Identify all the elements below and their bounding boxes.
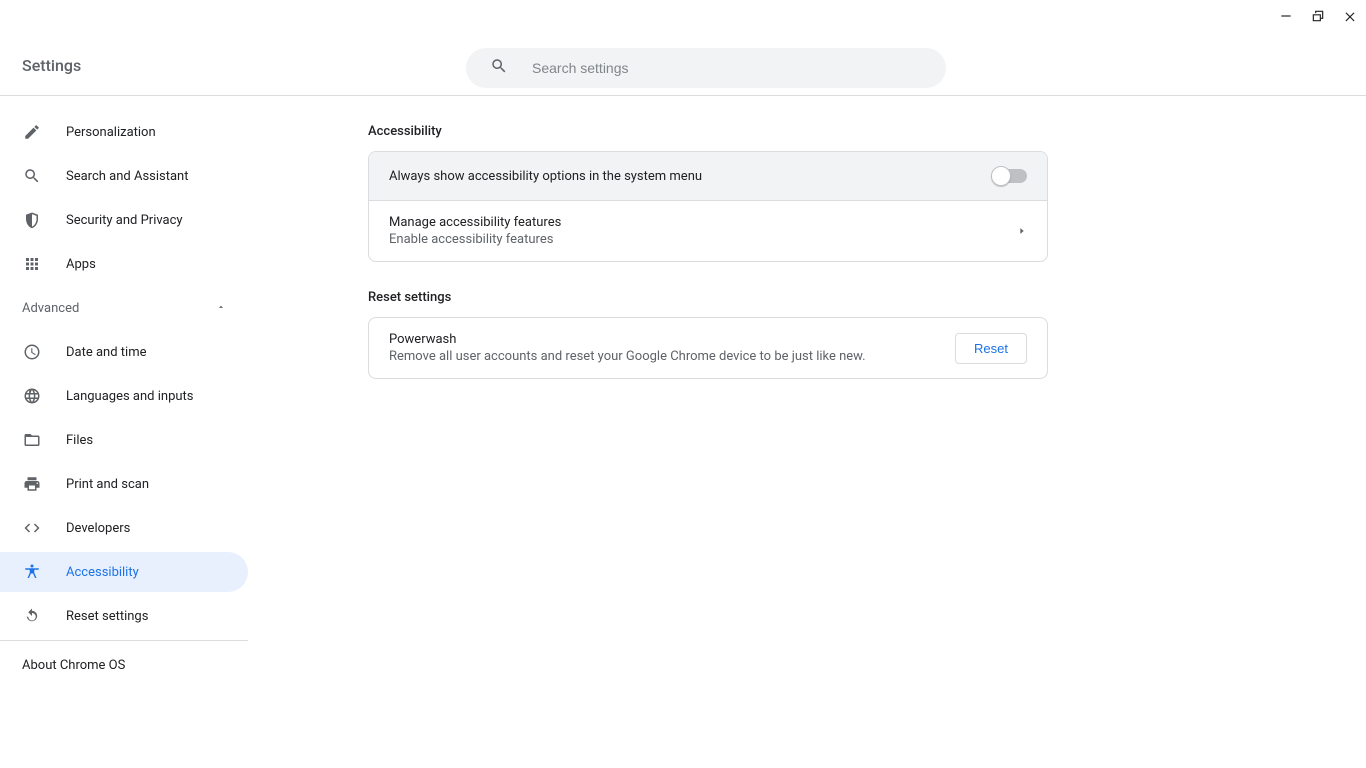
accessibility-toggle[interactable] bbox=[993, 169, 1027, 183]
sidebar-item-label: Accessibility bbox=[66, 565, 139, 580]
section-title-reset: Reset settings bbox=[368, 290, 1048, 305]
accessibility-icon bbox=[22, 562, 42, 582]
globe-icon bbox=[22, 386, 42, 406]
sidebar-item-label: Apps bbox=[66, 257, 96, 272]
row-manage-accessibility[interactable]: Manage accessibility features Enable acc… bbox=[369, 200, 1047, 261]
row-powerwash: Powerwash Remove all user accounts and r… bbox=[369, 318, 1047, 378]
sidebar-item-label: Security and Privacy bbox=[66, 213, 183, 228]
sidebar-section-advanced[interactable]: Advanced bbox=[0, 288, 248, 328]
sidebar-item-files[interactable]: Files bbox=[0, 420, 248, 460]
search-field[interactable] bbox=[466, 48, 946, 88]
sidebar-item-label: Personalization bbox=[66, 125, 156, 140]
sidebar-item-about[interactable]: About Chrome OS bbox=[0, 645, 248, 685]
reset-card: Powerwash Remove all user accounts and r… bbox=[368, 317, 1048, 379]
accessibility-card: Always show accessibility options in the… bbox=[368, 151, 1048, 262]
sidebar-item-label: Languages and inputs bbox=[66, 389, 194, 404]
main-content: Accessibility Always show accessibility … bbox=[248, 96, 1366, 768]
reset-icon bbox=[22, 606, 42, 626]
chevron-right-icon bbox=[1017, 226, 1027, 236]
sidebar-item-label: Files bbox=[66, 433, 93, 448]
sidebar-item-label: Date and time bbox=[66, 345, 147, 360]
sidebar-item-reset-settings[interactable]: Reset settings bbox=[0, 596, 248, 636]
code-icon bbox=[22, 518, 42, 538]
section-reset: Reset settings Powerwash Remove all user… bbox=[368, 290, 1048, 379]
folder-icon bbox=[22, 430, 42, 450]
sidebar-item-label: About Chrome OS bbox=[22, 658, 125, 673]
sidebar-divider bbox=[0, 640, 248, 641]
row-subtitle: Enable accessibility features bbox=[389, 232, 561, 247]
sidebar-item-security-privacy[interactable]: Security and Privacy bbox=[0, 200, 248, 240]
sidebar: Personalization Search and Assistant Sec… bbox=[0, 96, 248, 768]
shield-icon bbox=[22, 210, 42, 230]
sidebar-item-languages-inputs[interactable]: Languages and inputs bbox=[0, 376, 248, 416]
sidebar-item-personalization[interactable]: Personalization bbox=[0, 112, 248, 152]
reset-button[interactable]: Reset bbox=[955, 333, 1027, 364]
clock-icon bbox=[22, 342, 42, 362]
sidebar-item-date-time[interactable]: Date and time bbox=[0, 332, 248, 372]
row-title: Always show accessibility options in the… bbox=[389, 169, 702, 184]
row-subtitle: Remove all user accounts and reset your … bbox=[389, 349, 866, 364]
sidebar-item-accessibility[interactable]: Accessibility bbox=[0, 552, 248, 592]
header: Settings bbox=[0, 0, 1366, 96]
sidebar-item-label: Developers bbox=[66, 521, 130, 536]
row-title: Powerwash bbox=[389, 332, 866, 347]
sidebar-item-label: Print and scan bbox=[66, 477, 149, 492]
page-title: Settings bbox=[22, 56, 81, 75]
section-title-accessibility: Accessibility bbox=[368, 124, 1048, 139]
row-always-show-accessibility[interactable]: Always show accessibility options in the… bbox=[369, 152, 1047, 200]
printer-icon bbox=[22, 474, 42, 494]
sidebar-item-label: Reset settings bbox=[66, 609, 148, 624]
sidebar-item-print-scan[interactable]: Print and scan bbox=[0, 464, 248, 504]
sidebar-item-apps[interactable]: Apps bbox=[0, 244, 248, 284]
sidebar-item-label: Search and Assistant bbox=[66, 169, 189, 184]
sidebar-section-label: Advanced bbox=[22, 301, 79, 316]
pencil-icon bbox=[22, 122, 42, 142]
search-icon bbox=[22, 166, 42, 186]
chevron-up-icon bbox=[216, 301, 226, 316]
apps-grid-icon bbox=[22, 254, 42, 274]
search-input[interactable] bbox=[532, 60, 946, 76]
search-icon bbox=[490, 57, 508, 79]
row-title: Manage accessibility features bbox=[389, 215, 561, 230]
sidebar-item-search-assistant[interactable]: Search and Assistant bbox=[0, 156, 248, 196]
sidebar-item-developers[interactable]: Developers bbox=[0, 508, 248, 548]
section-accessibility: Accessibility Always show accessibility … bbox=[368, 124, 1048, 262]
